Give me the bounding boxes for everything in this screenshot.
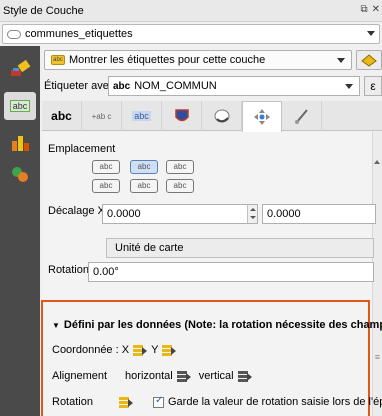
tab-buffer[interactable]: abc <box>122 101 162 131</box>
horizontal-label: horizontal <box>125 370 173 382</box>
vertical-label: vertical <box>198 370 234 382</box>
placement-icon <box>254 109 270 125</box>
layer-selector[interactable]: communes_etiquettes <box>2 24 380 44</box>
tab-rendering[interactable] <box>282 101 322 131</box>
alignment-label: Alignement <box>52 370 108 382</box>
offset-x-value: 0.0000 <box>107 208 141 220</box>
label-settings-tabs: abc +ab c abc <box>42 101 382 132</box>
data-defined-header[interactable]: ▼ Défini par les données (Note: la rotati… <box>52 319 382 331</box>
keep-rotation-label: Garde la valeur de rotation saisie lors … <box>167 396 382 408</box>
keep-rotation-checkbox[interactable] <box>152 395 164 408</box>
coordinate-x-dd-button[interactable] <box>133 344 148 356</box>
coordinate-label: Coordonnée : X <box>52 344 130 356</box>
rotation-value: 0.00° <box>93 266 119 278</box>
float-icon[interactable]: ⧉ <box>360 4 367 15</box>
chevron-down-icon <box>367 31 375 36</box>
label-mode-value: Montrer les étiquettes pour cette couche <box>69 54 266 66</box>
tab-shadow[interactable] <box>202 101 242 131</box>
label-mode-select[interactable]: abc Montrer les étiquettes pour cette co… <box>44 50 352 70</box>
field-type-prefix: abc <box>113 80 131 92</box>
shield-icon <box>174 109 189 122</box>
tab-text[interactable]: abc <box>42 101 82 131</box>
left-tool-strip: abc <box>0 46 40 416</box>
title-bar: Style de Couche ⧉ ✕ <box>0 0 382 22</box>
coordinate-row: Coordonnée : X Y <box>52 344 180 356</box>
tab-formatting[interactable]: +ab c <box>82 101 122 131</box>
rotation-dd-button[interactable] <box>118 396 133 408</box>
diagram-icon <box>12 136 29 151</box>
offset-x-input[interactable]: 0.0000 <box>102 204 258 224</box>
chevron-down-icon <box>337 58 345 63</box>
offset-x-spin[interactable] <box>247 205 257 223</box>
chevron-down-icon <box>345 84 353 89</box>
coordinate-y-dd-button[interactable] <box>162 344 177 356</box>
actions-item[interactable] <box>4 160 36 188</box>
rotation-label: Rotation <box>48 264 89 276</box>
paint-brush-icon <box>11 59 31 76</box>
diagrams-item[interactable] <box>4 128 36 156</box>
expression-button[interactable]: ε <box>364 76 382 96</box>
rotation-dd-row: Rotation Garde la valeur de rotation sai… <box>52 395 382 408</box>
placement-offset-point[interactable]: abc <box>166 160 194 174</box>
buffer-tab-label: abc <box>132 111 151 121</box>
label-mode-icon: abc <box>51 55 65 65</box>
vertical-dd-button[interactable] <box>237 370 252 382</box>
close-icon[interactable]: ✕ <box>372 4 380 15</box>
placement-quadrant-lc[interactable]: abc <box>130 179 158 193</box>
formatting-tab-label: +ab c <box>91 111 112 121</box>
horizontal-dd-button[interactable] <box>176 370 191 382</box>
splitter-handle-icon[interactable]: ≡ <box>375 352 380 362</box>
collapse-triangle-icon: ▼ <box>52 321 60 330</box>
dd-rotation-label: Rotation <box>52 396 93 408</box>
label-field-select[interactable]: abc NOM_COMMUN <box>108 76 360 96</box>
rule-style-button[interactable] <box>356 50 382 70</box>
offset-unit-value: Unité de carte <box>115 242 184 254</box>
shadow-icon <box>214 109 229 123</box>
offset-y-input[interactable]: 0.0000 <box>262 204 376 224</box>
style-brush-item[interactable] <box>4 54 36 82</box>
labels-item[interactable]: abc <box>4 92 36 120</box>
placement-section-label: Emplacement <box>48 143 116 155</box>
label-with-label: Étiqueter avec <box>44 80 115 92</box>
tab-placement[interactable] <box>242 101 282 132</box>
title-bar-buttons: ⧉ ✕ <box>360 4 380 15</box>
placement-over-point[interactable]: abc <box>92 160 120 174</box>
window-title: Style de Couche <box>3 4 84 17</box>
placement-quadrant-lr[interactable]: abc <box>166 179 194 193</box>
label-field-value: NOM_COMMUN <box>134 80 217 92</box>
offset-unit-select[interactable]: Unité de carte <box>106 238 374 258</box>
coordinate-y-label: Y <box>151 344 159 356</box>
actions-icon <box>12 167 28 182</box>
data-defined-title: Défini par les données (Note: la rotatio… <box>63 319 382 331</box>
layer-name: communes_etiquettes <box>25 28 133 40</box>
alignment-row: Alignement horizontal vertical <box>52 370 256 382</box>
rendering-brush-icon <box>294 109 308 124</box>
abc-label-icon: abc <box>9 100 31 112</box>
rotation-input[interactable]: 0.00° <box>88 262 374 282</box>
scroll-up-icon[interactable] <box>374 160 380 164</box>
rules-icon <box>361 54 377 67</box>
text-tab-label: abc <box>51 109 72 123</box>
tab-background[interactable] <box>162 101 202 131</box>
placement-quadrant-ll[interactable]: abc <box>92 179 120 193</box>
offset-y-value: 0.0000 <box>267 208 301 220</box>
layer-icon <box>7 29 21 39</box>
placement-around-point[interactable]: abc <box>130 160 158 174</box>
